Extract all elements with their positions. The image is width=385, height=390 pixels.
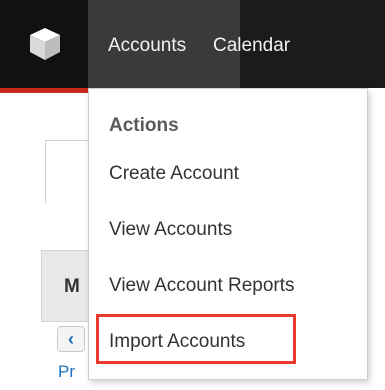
back-button[interactable]: ‹	[57, 326, 85, 352]
menu-heading-actions: Actions	[109, 115, 179, 136]
background-header-text: M	[64, 276, 80, 297]
cube-logo-icon	[30, 28, 60, 60]
chevron-left-icon: ‹	[68, 329, 74, 349]
active-indicator-line	[0, 88, 88, 93]
menu-item-view-accounts[interactable]: View Accounts	[109, 219, 232, 241]
menu-item-create-account[interactable]: Create Account	[109, 163, 239, 185]
background-link[interactable]: Pr	[58, 362, 75, 382]
home-logo[interactable]	[0, 0, 88, 88]
nav-tab-calendar[interactable]: Calendar	[213, 0, 290, 88]
menu-item-view-account-reports[interactable]: View Account Reports	[109, 275, 295, 297]
import-accounts-highlight	[96, 314, 296, 364]
